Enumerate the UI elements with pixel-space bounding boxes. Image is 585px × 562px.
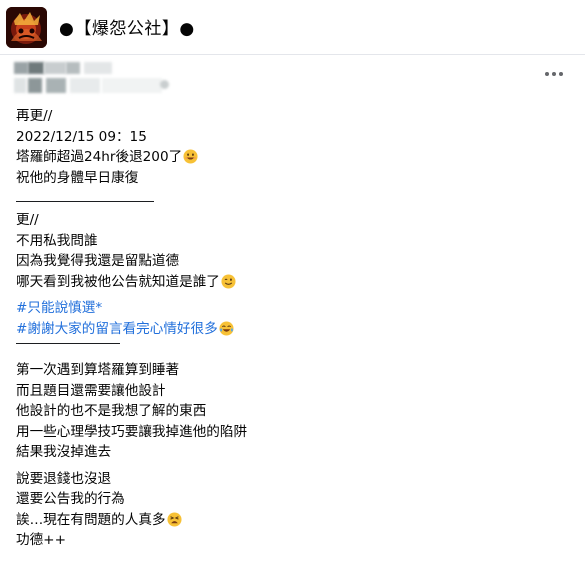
- smiling-face-icon: [183, 149, 198, 164]
- hashtag-line1: #只能說慎選*: [16, 298, 576, 319]
- tears-of-joy-icon: [219, 320, 234, 336]
- update1-line3-text: 哪天看到我被他公告就知道是誰了: [16, 273, 220, 290]
- body-line8: 誒…現在有問題的人真多: [16, 510, 576, 531]
- update2-line1-text: 塔羅師超過24hr後退200了: [16, 149, 183, 165]
- post-header: ●【爆怨公社】●: [0, 0, 585, 55]
- body-line8-text: 誒…現在有問題的人真多: [16, 511, 166, 528]
- hashtag-link-1[interactable]: #只能說慎選*: [16, 300, 102, 316]
- body-line5: 結果我沒掉進去: [16, 444, 112, 460]
- body-line3: 他設計的也不是我想了解的東西: [16, 403, 207, 419]
- poster-name-redacted: [14, 60, 169, 98]
- update1-heading: 更//: [16, 212, 39, 228]
- update1-line1: 不用私我問誰: [16, 232, 98, 249]
- body-line1: 第一次遇到算塔羅算到睡著: [16, 362, 180, 378]
- body-line7: 還要公告我的行為: [16, 491, 125, 507]
- group-avatar[interactable]: [6, 7, 47, 48]
- hashtag-line2: #謝謝大家的留言看完心情好很多: [16, 319, 576, 340]
- update2-line2: 祝他的身體早日康復: [16, 169, 139, 186]
- update2-timestamp: 2022/12/15 09：15: [16, 128, 147, 145]
- update1-line2: 因為我覺得我還是留點道德: [16, 253, 180, 269]
- update2-line1: 塔羅師超過24hr後退200了: [16, 147, 576, 168]
- group-name[interactable]: ●【爆怨公社】●: [59, 14, 195, 39]
- body-line6: 說要退錢也沒退: [16, 470, 112, 487]
- body-line4: 用一些心理學技巧要讓我掉進他的陷阱: [16, 423, 248, 440]
- body-line9: 功德++: [16, 532, 66, 548]
- update2-heading: 再更//: [16, 108, 53, 124]
- tired-face-icon: [167, 511, 182, 527]
- more-options-icon[interactable]: [545, 70, 565, 78]
- winking-face-icon: [221, 273, 236, 289]
- body-line2: 而且題目還需要讓他設計: [16, 382, 166, 399]
- hashtag-link-2[interactable]: #謝謝大家的留言看完心情好很多: [16, 321, 218, 337]
- update1-line3: 哪天看到我被他公告就知道是誰了: [16, 272, 576, 293]
- post-body: 再更// 2022/12/15 09：15 塔羅師超過24hr後退200了 祝他…: [16, 106, 576, 551]
